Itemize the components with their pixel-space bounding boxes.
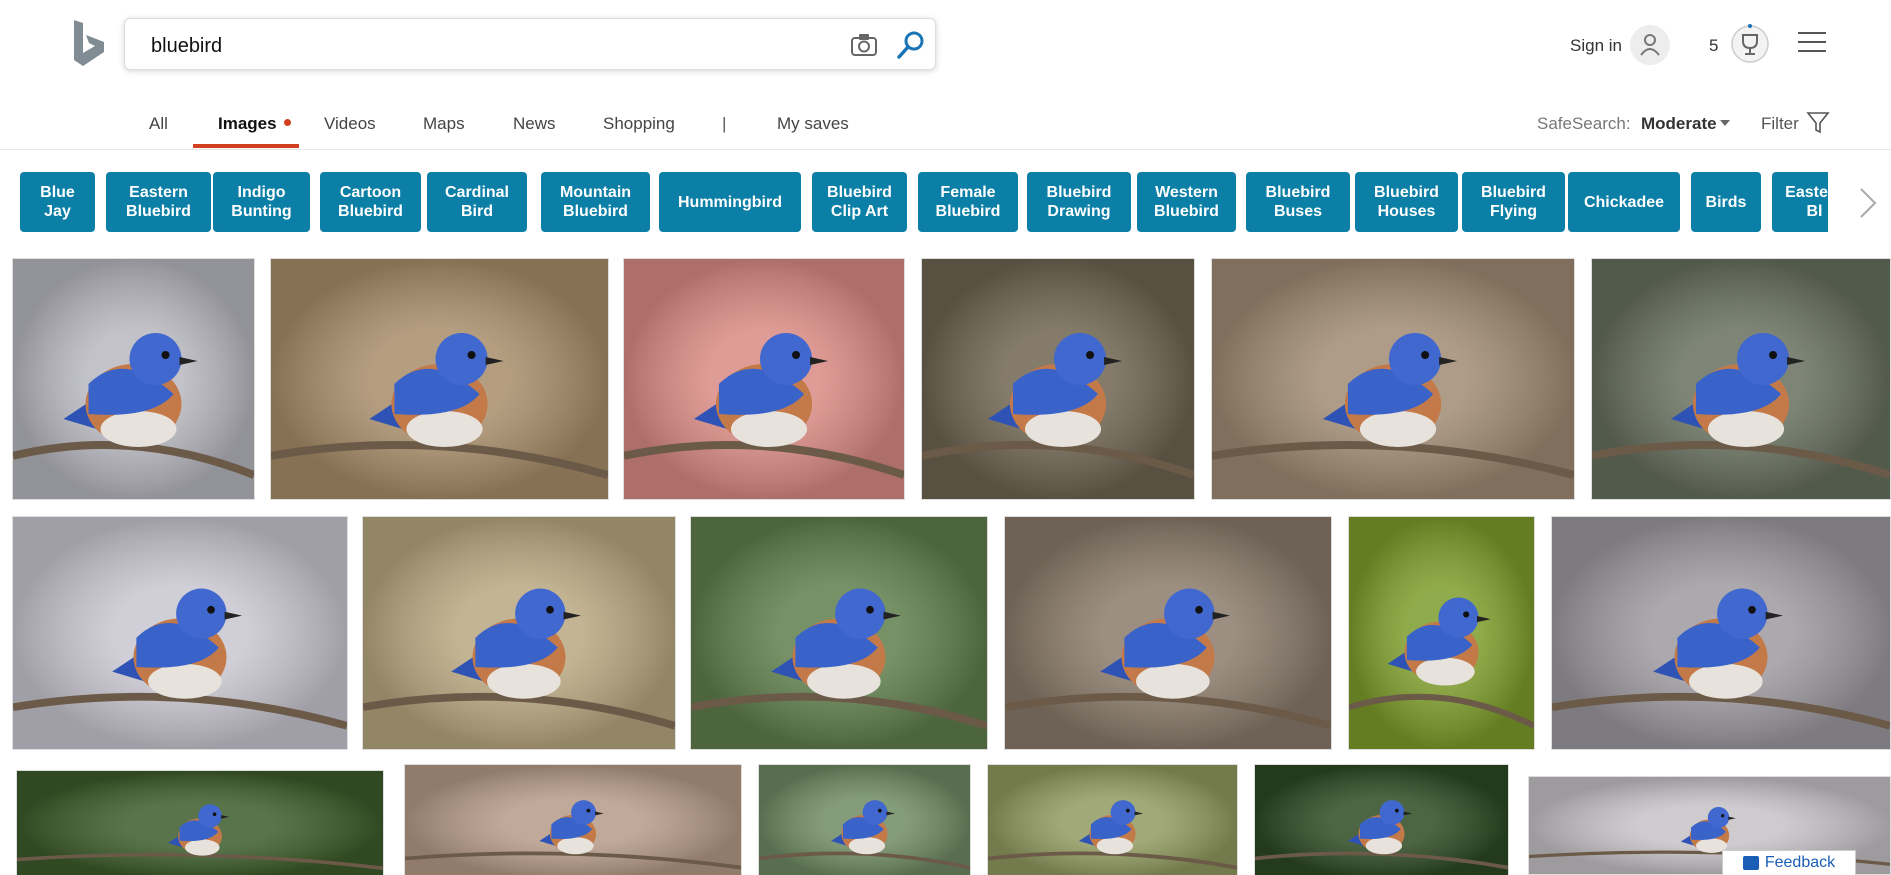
image-result-thumbnail[interactable] xyxy=(623,258,905,500)
sign-in-link[interactable]: Sign in xyxy=(1570,36,1622,56)
bluebird-photo xyxy=(759,765,970,875)
bluebird-photo xyxy=(922,259,1194,499)
vertical-tabs: All Images Videos Maps News Shopping | M… xyxy=(0,110,1891,150)
image-result-thumbnail[interactable] xyxy=(758,764,971,875)
related-searches-bar: Blue Jay Eastern Bluebird Indigo Bunting Ca… xyxy=(20,172,1848,232)
image-result-thumbnail[interactable] xyxy=(1254,764,1509,875)
related-search-chip[interactable]: Bluebird Drawing xyxy=(1027,172,1131,232)
image-result-thumbnail[interactable] xyxy=(1004,516,1332,750)
related-search-chip[interactable]: Blue Jay xyxy=(20,172,95,232)
new-indicator-dot xyxy=(284,119,291,126)
active-tab-underline xyxy=(193,144,299,148)
camera-icon[interactable] xyxy=(850,32,878,58)
image-result-thumbnail[interactable] xyxy=(1211,258,1575,500)
related-search-chip[interactable]: Eastern Bluebird xyxy=(106,172,211,232)
bluebird-photo xyxy=(1349,517,1534,749)
bing-logo[interactable] xyxy=(72,20,106,68)
related-search-chip[interactable]: Hummingbird xyxy=(659,172,801,232)
safesearch-dropdown[interactable]: Moderate xyxy=(1641,114,1717,134)
search-icon[interactable] xyxy=(895,29,927,61)
bluebird-photo xyxy=(1592,259,1890,499)
hamburger-menu-icon[interactable] xyxy=(1798,32,1826,54)
image-result-thumbnail[interactable] xyxy=(1348,516,1535,750)
bluebird-photo xyxy=(1255,765,1508,875)
bluebird-photo xyxy=(13,259,254,499)
tab-images[interactable]: Images xyxy=(218,114,277,134)
bluebird-photo xyxy=(363,517,675,749)
bluebird-photo xyxy=(691,517,987,749)
image-result-thumbnail[interactable] xyxy=(1591,258,1891,500)
image-result-thumbnail[interactable] xyxy=(12,516,348,750)
bluebird-photo xyxy=(1005,517,1331,749)
bluebird-photo xyxy=(17,771,383,875)
bluebird-photo xyxy=(405,765,741,875)
bluebird-photo xyxy=(1552,517,1890,749)
related-search-chip[interactable]: Cardinal Bird xyxy=(427,172,527,232)
related-search-chip[interactable]: Cartoon Bluebird xyxy=(320,172,421,232)
header-divider xyxy=(0,149,1891,150)
bluebird-photo xyxy=(271,259,608,499)
rewards-points[interactable]: 5 xyxy=(1709,36,1718,56)
rewards-trophy-icon[interactable] xyxy=(1730,24,1770,64)
filter-icon[interactable] xyxy=(1806,110,1830,136)
related-search-chip[interactable]: Bluebird Clip Art xyxy=(812,172,907,232)
feedback-button[interactable]: Feedback xyxy=(1722,850,1856,875)
avatar-icon[interactable] xyxy=(1630,25,1670,65)
image-result-thumbnail[interactable] xyxy=(1551,516,1891,750)
related-search-chip[interactable]: Bluebird Flying xyxy=(1462,172,1565,232)
related-search-chip[interactable]: Mountain Bluebird xyxy=(541,172,650,232)
tab-shopping[interactable]: Shopping xyxy=(603,114,675,134)
chevron-down-icon[interactable] xyxy=(1720,120,1730,126)
related-search-chip[interactable]: Birds xyxy=(1691,172,1761,232)
image-result-thumbnail[interactable] xyxy=(16,770,384,875)
bluebird-photo xyxy=(1212,259,1574,499)
related-search-chip[interactable]: Western Bluebird xyxy=(1137,172,1236,232)
filter-button[interactable]: Filter xyxy=(1761,114,1799,134)
tab-news[interactable]: News xyxy=(513,114,556,134)
image-result-thumbnail[interactable] xyxy=(690,516,988,750)
image-result-thumbnail[interactable] xyxy=(270,258,609,500)
search-box[interactable]: bluebird xyxy=(124,18,936,70)
safesearch-label: SafeSearch: xyxy=(1537,114,1631,133)
related-search-chip[interactable]: Bluebird Houses xyxy=(1355,172,1458,232)
bluebird-photo xyxy=(624,259,904,499)
feedback-icon xyxy=(1742,856,1759,870)
tab-separator: | xyxy=(722,114,727,133)
tab-videos[interactable]: Videos xyxy=(324,114,376,134)
image-result-thumbnail[interactable] xyxy=(987,764,1238,875)
tab-maps[interactable]: Maps xyxy=(423,114,465,134)
tab-my-saves[interactable]: My saves xyxy=(777,114,849,134)
bluebird-photo xyxy=(13,517,347,749)
related-search-chip[interactable]: Indigo Bunting xyxy=(213,172,310,232)
related-search-chip[interactable]: Bluebird Buses xyxy=(1246,172,1350,232)
chevron-right-icon[interactable] xyxy=(1855,183,1879,223)
related-search-chip[interactable]: Female Bluebird xyxy=(918,172,1018,232)
search-input[interactable]: bluebird xyxy=(151,35,222,58)
image-result-thumbnail[interactable] xyxy=(12,258,255,500)
image-result-thumbnail[interactable] xyxy=(921,258,1195,500)
image-result-thumbnail[interactable] xyxy=(404,764,742,875)
related-search-chip[interactable]: Chickadee xyxy=(1568,172,1680,232)
bluebird-photo xyxy=(988,765,1237,875)
image-result-thumbnail[interactable] xyxy=(362,516,676,750)
feedback-label: Feedback xyxy=(1764,854,1836,871)
tab-all[interactable]: All xyxy=(149,114,168,134)
